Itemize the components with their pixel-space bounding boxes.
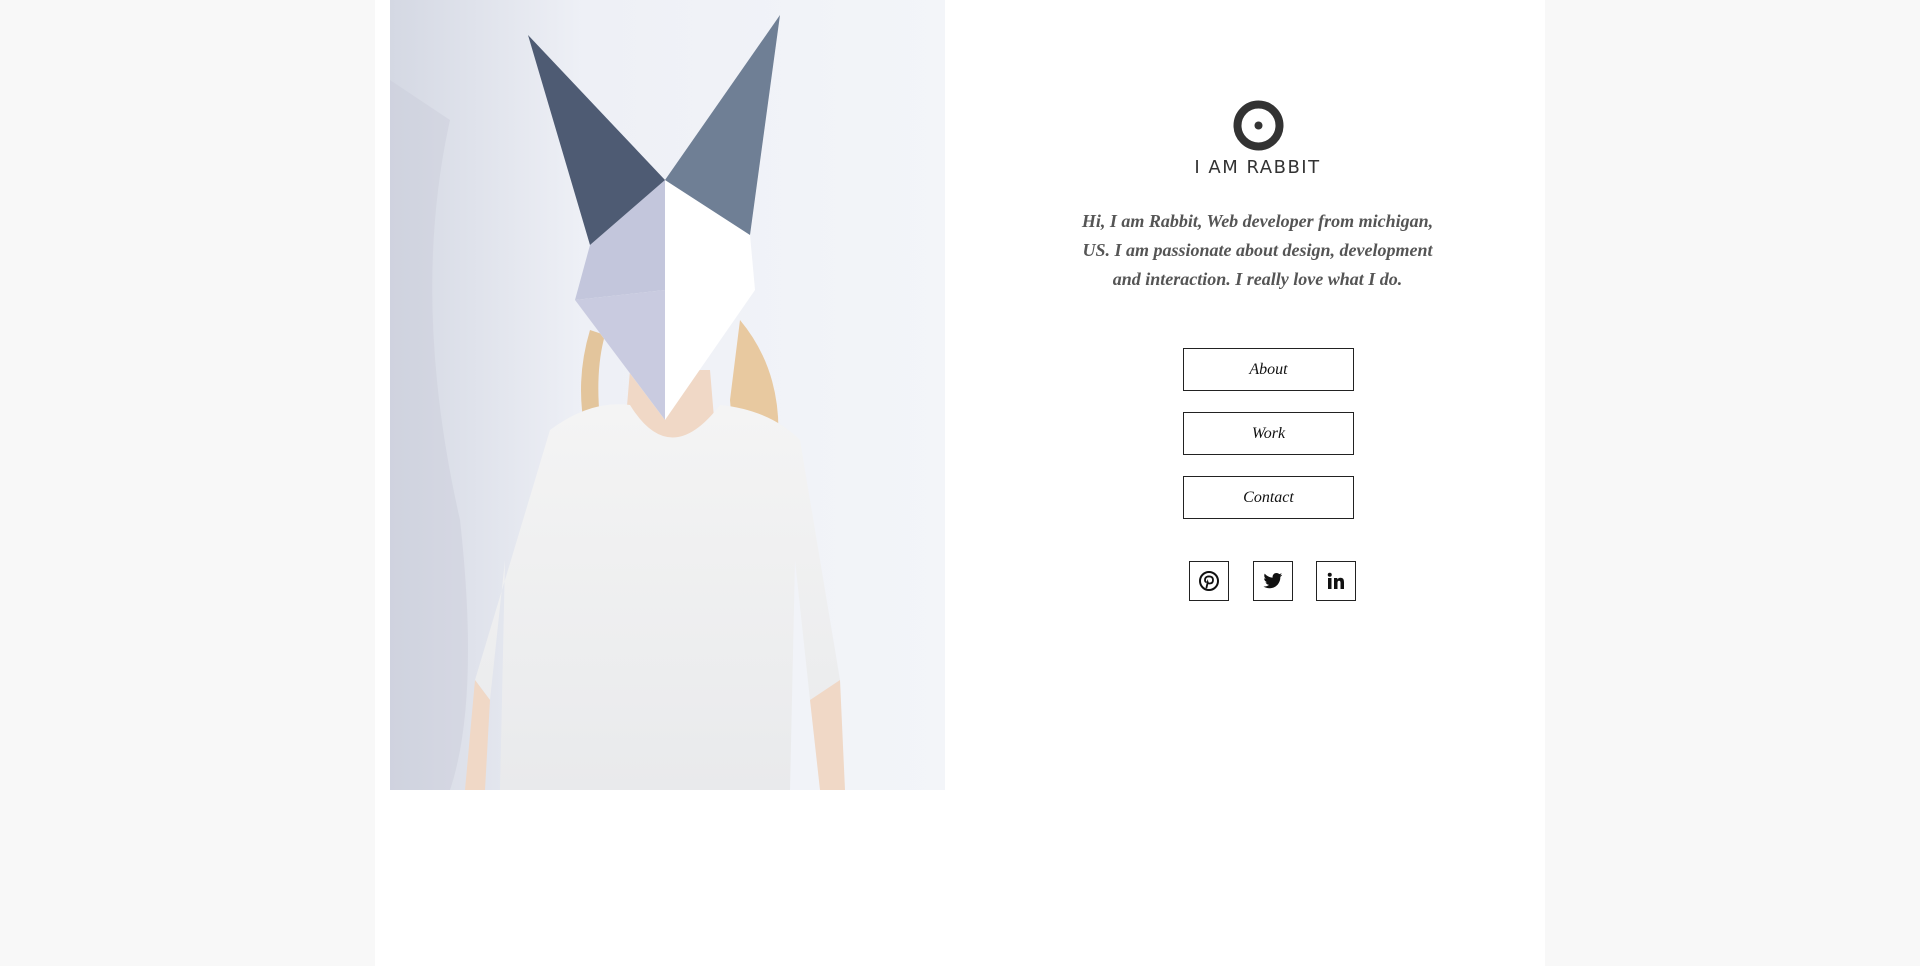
profile-photo	[390, 0, 945, 790]
twitter-icon	[1263, 573, 1283, 589]
about-button[interactable]: About	[1183, 348, 1354, 391]
work-button[interactable]: Work	[1183, 412, 1354, 455]
site-title: I AM RABBIT	[1194, 157, 1321, 178]
pinterest-icon	[1199, 571, 1219, 591]
linkedin-button[interactable]	[1316, 561, 1356, 601]
bio-line: Hi, I am Rabbit, Web developer from mich…	[1081, 211, 1434, 231]
bio-line: and interaction. I really love what I do…	[1112, 269, 1403, 289]
target-circle-icon	[1233, 100, 1284, 151]
pinterest-button[interactable]	[1189, 561, 1229, 601]
bio-line: US. I am passionate about design, develo…	[1082, 240, 1433, 260]
linkedin-icon	[1327, 572, 1344, 589]
rabbit-mask-illustration	[390, 0, 945, 790]
page-container: I AM RABBIT Hi, I am Rabbit, Web develop…	[375, 0, 1545, 966]
twitter-button[interactable]	[1253, 561, 1293, 601]
contact-button[interactable]: Contact	[1183, 476, 1354, 519]
bio-text: Hi, I am Rabbit, Web developer from mich…	[1055, 207, 1460, 294]
